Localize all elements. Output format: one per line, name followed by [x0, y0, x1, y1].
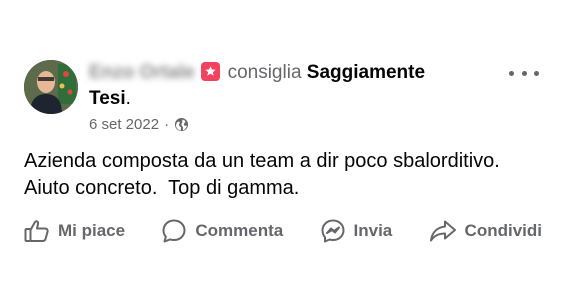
share-arrow-icon — [429, 220, 456, 242]
more-dot-icon — [534, 70, 539, 76]
like-button[interactable]: Mi piace — [18, 215, 131, 247]
comment-button[interactable]: Commenta — [155, 214, 289, 248]
share-label: Condividi — [464, 221, 542, 240]
thumbs-up-icon — [24, 220, 49, 242]
messenger-icon — [321, 219, 345, 243]
author-avatar[interactable] — [24, 60, 78, 114]
post-header: Enzo Ortale consiglia Saggiamente Tesi. — [89, 60, 509, 112]
more-dot-icon — [509, 70, 514, 76]
like-label: Mi piace — [58, 221, 126, 240]
author-name[interactable]: Enzo Ortale — [89, 60, 195, 86]
page-name-first: Saggiamente — [306, 62, 426, 83]
post-text: Azienda composta da un team a dir poco s… — [24, 150, 500, 199]
send-button[interactable]: Invia — [314, 214, 399, 248]
send-label: Invia — [353, 221, 393, 240]
page-name-second: Tesi — [89, 88, 126, 109]
post-action-bar: Mi piace Commenta Invia Condividi — [18, 213, 548, 249]
meta-separator: · — [164, 116, 170, 133]
recommend-verb: consiglia — [227, 62, 302, 83]
comment-label: Commenta — [195, 221, 284, 240]
globe-icon — [174, 117, 189, 132]
page-name-period: . — [125, 88, 131, 109]
post-date[interactable]: 6 set 2022 — [89, 116, 159, 133]
post-meta: 6 set 2022 · — [89, 116, 189, 133]
more-options-button[interactable] — [509, 66, 539, 80]
recommendation-post: Enzo Ortale consiglia Saggiamente Tesi. 6 … — [0, 0, 563, 300]
share-button[interactable]: Condividi — [423, 215, 548, 247]
comment-bubble-icon — [162, 219, 186, 243]
recommendation-star-icon — [200, 62, 220, 81]
more-dot-icon — [521, 70, 527, 76]
